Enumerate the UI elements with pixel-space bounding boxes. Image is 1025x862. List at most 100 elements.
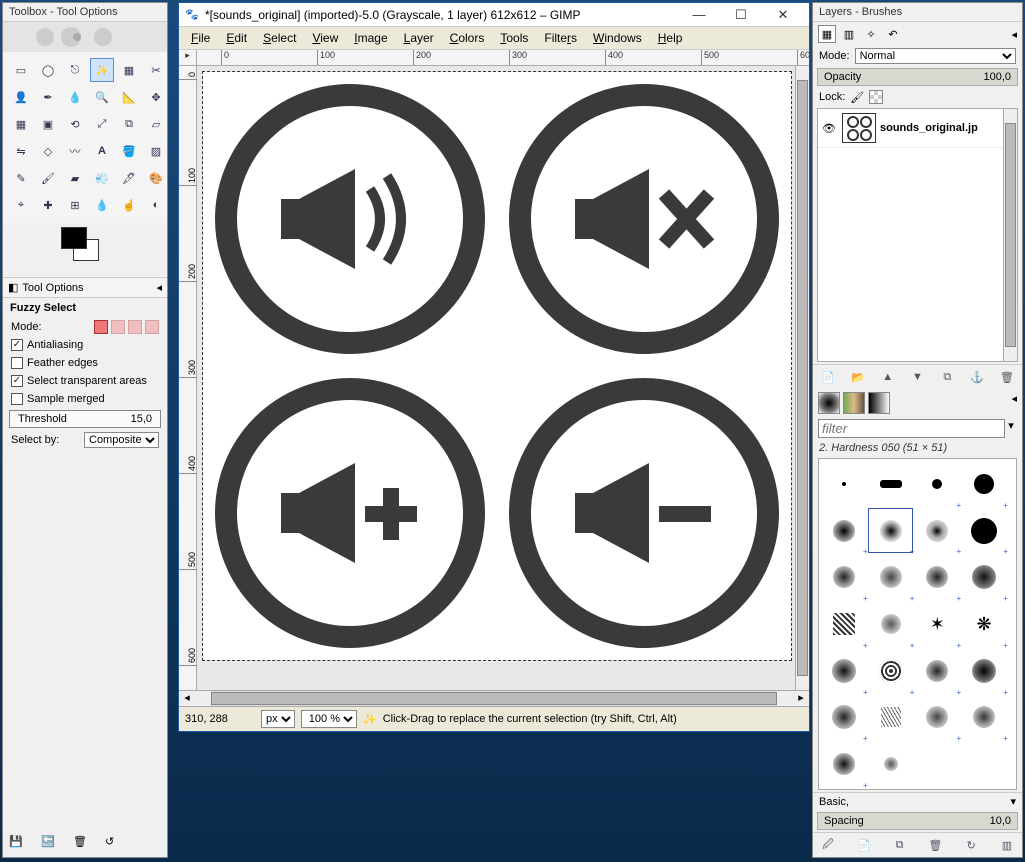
opacity-slider[interactable]: Opacity 100,0 [817, 68, 1018, 86]
selectby-dropdown[interactable]: Composite [84, 432, 159, 448]
tool-ellipse-select[interactable]: ◯ [36, 58, 60, 82]
unit-dropdown[interactable]: px [261, 710, 295, 728]
paths-tab-icon[interactable]: ✧ [862, 25, 880, 43]
menu-image[interactable]: Image [348, 29, 393, 47]
tool-shear[interactable]: ⧉ [117, 112, 141, 136]
menu-edit[interactable]: Edit [220, 29, 253, 47]
gradients-tab-icon[interactable] [868, 392, 890, 414]
tool-options-menu-icon[interactable]: ◂ [156, 281, 162, 294]
feather-row[interactable]: Feather edges [3, 354, 167, 372]
tool-by-color-select[interactable]: ▦ [117, 58, 141, 82]
tool-rotate[interactable]: ⟲ [63, 112, 87, 136]
restore-options-icon[interactable]: 🔙 [41, 835, 59, 853]
anchor-layer-icon[interactable]: ⚓ [968, 368, 986, 386]
patterns-tab-icon[interactable] [843, 392, 865, 414]
threshold-value[interactable]: 15,0 [131, 413, 152, 425]
tool-move[interactable]: ✥ [144, 85, 168, 109]
tool-perspective-clone[interactable]: ⊞ [63, 193, 87, 217]
ruler-horizontal[interactable]: ▸ 0100200300400500600 [179, 50, 809, 66]
menu-layer[interactable]: Layer [398, 29, 440, 47]
opacity-value[interactable]: 100,0 [983, 71, 1011, 83]
transparent-row[interactable]: Select transparent areas [3, 372, 167, 390]
fg-color-swatch[interactable] [61, 227, 87, 249]
tool-bucket-fill[interactable]: 🪣 [117, 139, 141, 163]
tool-ink[interactable]: 🖋 [117, 166, 141, 190]
tool-rect-select[interactable]: ▭ [9, 58, 33, 82]
save-options-icon[interactable]: 💾 [9, 835, 27, 853]
menu-filters[interactable]: Filters [538, 29, 583, 47]
close-button[interactable]: ✕ [763, 4, 803, 26]
tool-paintbrush[interactable]: 🖌 [36, 166, 60, 190]
tool-flip[interactable]: ⇋ [9, 139, 33, 163]
tool-paths[interactable]: ✒ [36, 85, 60, 109]
layer-thumbnail[interactable] [842, 113, 876, 143]
layer-down-icon[interactable]: ▼ [908, 368, 926, 386]
minimize-button[interactable]: — [679, 4, 719, 26]
tool-blend[interactable]: ▨ [144, 139, 168, 163]
tool-dodge-burn[interactable]: ◐ [144, 193, 168, 217]
mode-replace[interactable] [94, 320, 108, 334]
refresh-brushes-icon[interactable]: ↻ [962, 836, 980, 854]
mode-intersect[interactable] [145, 320, 159, 334]
lock-alpha-icon[interactable] [869, 90, 883, 104]
sample-merged-checkbox[interactable] [11, 393, 23, 405]
tool-measure[interactable]: 📐 [117, 85, 141, 109]
tool-perspective[interactable]: ▱ [144, 112, 168, 136]
new-group-icon[interactable]: 📂 [849, 368, 867, 386]
tool-cage[interactable]: ◇ [36, 139, 60, 163]
tool-clone[interactable]: ⌖ [9, 193, 33, 217]
menu-select[interactable]: Select [257, 29, 302, 47]
ruler-vertical[interactable]: 0100200300400500600 [179, 66, 197, 690]
tool-foreground-select[interactable]: 👤 [9, 85, 33, 109]
tool-align[interactable]: ▦ [9, 112, 33, 136]
layer-mode-dropdown[interactable]: Normal [855, 48, 1016, 64]
maximize-button[interactable]: ☐ [721, 4, 761, 26]
reset-options-icon[interactable]: ↺ [105, 835, 123, 853]
canvas[interactable] [203, 72, 791, 660]
mode-subtract[interactable] [128, 320, 142, 334]
tool-blur[interactable]: 💧 [90, 193, 114, 217]
delete-options-icon[interactable]: 🗑 [73, 835, 91, 853]
layer-name[interactable]: sounds_original.jp [880, 122, 978, 134]
layers-tab-icon[interactable]: ▦ [818, 25, 836, 43]
tool-free-select[interactable]: ⎋ [63, 58, 87, 82]
canvas-viewport[interactable] [197, 66, 809, 690]
threshold-field[interactable]: Threshold 15,0 [9, 410, 161, 428]
brush-dock-menu-icon[interactable]: ◂ [1011, 392, 1017, 414]
edit-brush-icon[interactable]: 🖉 [819, 836, 837, 854]
transparent-checkbox[interactable] [11, 375, 23, 387]
layer-up-icon[interactable]: ▲ [879, 368, 897, 386]
brushes-tab-icon[interactable] [818, 392, 840, 414]
tool-scale[interactable]: ⤢ [90, 112, 114, 136]
ruler-corner[interactable]: ▸ [179, 50, 197, 65]
tool-pencil[interactable]: ✎ [9, 166, 33, 190]
menu-windows[interactable]: Windows [587, 29, 648, 47]
canvas-v-scrollbar[interactable] [795, 66, 809, 690]
tool-mypaint[interactable]: 🎨 [144, 166, 168, 190]
dock-menu-icon[interactable]: ◂ [1011, 28, 1017, 41]
antialiasing-row[interactable]: Antialiasing [3, 336, 167, 354]
duplicate-layer-icon[interactable]: ⧉ [938, 368, 956, 386]
titlebar[interactable]: 🐾 *[sounds_original] (imported)-5.0 (Gra… [179, 3, 809, 27]
brush-filter-dropdown-icon[interactable]: ▾ [1005, 419, 1017, 438]
new-layer-icon[interactable]: 📄 [819, 368, 837, 386]
tool-text[interactable]: A [90, 139, 114, 163]
color-swatches[interactable] [3, 223, 167, 277]
canvas-h-scrollbar[interactable]: ◂▸ [179, 690, 809, 706]
tool-heal[interactable]: ✚ [36, 193, 60, 217]
brush-set-dropdown-icon[interactable]: ▾ [1010, 795, 1016, 808]
menu-tools[interactable]: Tools [494, 29, 534, 47]
visibility-eye-icon[interactable]: 👁 [822, 122, 838, 135]
duplicate-brush-icon[interactable]: ⧉ [891, 836, 909, 854]
tool-eraser[interactable]: ▰ [63, 166, 87, 190]
brush-filter-input[interactable] [818, 419, 1005, 438]
tool-zoom[interactable]: 🔍 [90, 85, 114, 109]
spacing-slider[interactable]: Spacing 10,0 [817, 812, 1018, 830]
open-as-image-icon[interactable]: ▥ [998, 836, 1016, 854]
menu-view[interactable]: View [306, 29, 344, 47]
menu-help[interactable]: Help [652, 29, 689, 47]
brush-grid[interactable]: ★ ★ ✶ ❋ [818, 458, 1017, 790]
mode-add[interactable] [111, 320, 125, 334]
new-brush-icon[interactable]: 📄 [855, 836, 873, 854]
zoom-dropdown[interactable]: 100 % [301, 710, 357, 728]
